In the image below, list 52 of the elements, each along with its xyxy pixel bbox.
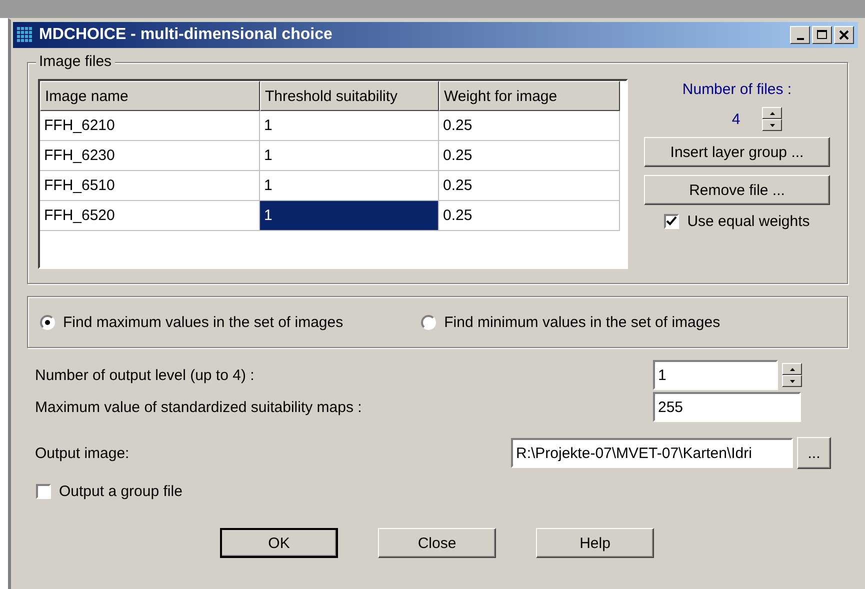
column-header[interactable]: Image name xyxy=(40,81,260,111)
radio-button[interactable] xyxy=(421,314,436,330)
table-cell[interactable]: 0.25 xyxy=(439,141,620,171)
spin-up-button[interactable] xyxy=(762,107,782,119)
checkbox-label: Use equal weights xyxy=(687,213,810,230)
radio-button[interactable] xyxy=(40,314,55,330)
up-arrow-icon xyxy=(770,112,775,114)
table-cell[interactable]: FFH_6230 xyxy=(40,141,260,171)
checkbox-label: Output a group file xyxy=(59,483,182,500)
grid-icon xyxy=(17,27,33,43)
up-arrow-icon xyxy=(790,368,794,370)
column-header[interactable]: Weight for image xyxy=(439,81,620,111)
field-label: Number of output level (up to 4) : xyxy=(35,366,254,384)
table-cell[interactable]: 1 xyxy=(260,141,439,171)
table-cell[interactable]: 1 xyxy=(260,111,439,141)
table-cell[interactable]: 0.25 xyxy=(439,171,620,201)
radio-label: Find minimum values in the set of images xyxy=(444,314,720,330)
spin-up-button[interactable] xyxy=(782,363,802,375)
browse-button[interactable]: ... xyxy=(797,437,831,469)
action-button[interactable]: Remove file ... xyxy=(644,175,830,205)
table-cell[interactable]: 1 xyxy=(260,201,439,231)
radio-label: Find maximum values in the set of images xyxy=(63,314,344,330)
down-arrow-icon xyxy=(790,380,794,382)
spin-down-button[interactable] xyxy=(762,119,782,131)
number-of-files-label: Number of files : xyxy=(682,81,792,98)
table-cell[interactable]: 0.25 xyxy=(439,201,620,231)
input-field[interactable]: R:\Projekte-07\MVET-07\Karten\Idri xyxy=(511,438,793,468)
input-field[interactable]: 1 xyxy=(653,360,778,390)
column-header[interactable]: Threshold suitability xyxy=(260,81,439,111)
window-title: MDCHOICE - multi-dimensional choice xyxy=(39,26,334,44)
action-button[interactable]: Insert layer group ... xyxy=(644,137,830,167)
group-label: Image files xyxy=(36,53,115,70)
minimize-icon xyxy=(796,38,804,40)
field-label: Output image: xyxy=(35,444,130,462)
table-cell[interactable]: 0.25 xyxy=(439,111,620,141)
close-button[interactable] xyxy=(834,26,854,44)
minimize-button[interactable] xyxy=(790,26,810,44)
number-of-files-value: 4 xyxy=(732,110,740,128)
checkbox[interactable] xyxy=(36,484,51,499)
dialog-button[interactable]: OK xyxy=(220,528,338,558)
dialog-button[interactable]: Close xyxy=(378,528,496,558)
spin-down-button[interactable] xyxy=(782,375,802,387)
checkbox[interactable] xyxy=(664,214,680,229)
input-field[interactable]: 255 xyxy=(653,392,801,422)
maximize-button[interactable] xyxy=(812,26,832,44)
table-cell[interactable]: FFH_6210 xyxy=(40,111,260,141)
dialog-button[interactable]: Help xyxy=(536,528,654,558)
close-icon xyxy=(839,30,849,40)
maximize-icon xyxy=(817,30,827,40)
down-arrow-icon xyxy=(770,124,775,126)
table-cell[interactable]: FFH_6510 xyxy=(40,171,260,201)
field-label: Maximum value of standardized suitability maps : xyxy=(35,398,362,416)
